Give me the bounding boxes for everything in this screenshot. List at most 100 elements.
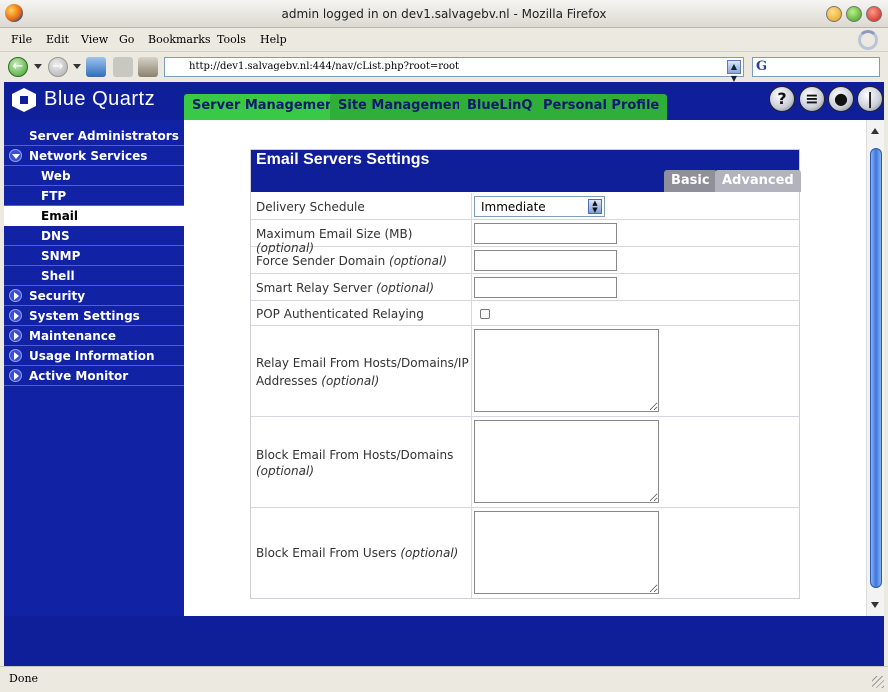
- collapsed-arrow-icon[interactable]: [9, 309, 22, 322]
- block-email-hosts-textarea[interactable]: [474, 420, 659, 503]
- menu-bookmarks[interactable]: Bookmarks: [148, 33, 211, 46]
- minimize-button[interactable]: [826, 6, 842, 22]
- delivery-schedule-select[interactable]: Immediate ▲ ▼: [474, 196, 605, 217]
- sidebar-item-maintenance[interactable]: Maintenance: [4, 326, 184, 346]
- row-block-email-hosts: Block Email From Hosts/Domains (optional…: [251, 417, 799, 508]
- app-footer: [4, 616, 884, 666]
- throbber-icon: [858, 30, 878, 50]
- update-icon[interactable]: ≡: [799, 86, 825, 112]
- sidebar-item-label: Network Services: [29, 149, 148, 163]
- row-relay-email-from: Relay Email From Hosts/Domains/IP Addres…: [251, 326, 799, 417]
- menu-help[interactable]: Help: [260, 33, 287, 46]
- sidebar-item-label: Server Administrators: [29, 129, 179, 143]
- sidebar-item-shell[interactable]: Shell: [4, 266, 184, 286]
- row-pop-auth-relaying: POP Authenticated Relaying: [251, 301, 799, 326]
- sidebar-item-dns[interactable]: DNS: [4, 226, 184, 246]
- force-sender-domain-label: Force Sender Domain: [256, 254, 386, 268]
- sidebar-item-usage-information[interactable]: Usage Information: [4, 346, 184, 366]
- optional-hint: (optional): [256, 464, 314, 478]
- blue-quartz-logo-icon: [12, 88, 36, 112]
- menu-file[interactable]: File: [11, 33, 32, 46]
- back-icon[interactable]: ←: [8, 57, 28, 77]
- sidebar-item-label: Email: [41, 209, 79, 223]
- tab-basic[interactable]: Basic: [664, 170, 717, 192]
- sidebar-item-label: Security: [29, 289, 86, 303]
- menu-tools[interactable]: Tools: [217, 33, 246, 46]
- collapsed-arrow-icon[interactable]: [9, 289, 22, 302]
- home-icon[interactable]: [138, 57, 158, 77]
- sidebar-item-network-services[interactable]: Network Services: [4, 146, 184, 166]
- help-icon[interactable]: ?: [769, 86, 795, 112]
- brand-name: Blue Quartz: [44, 88, 156, 110]
- smart-relay-server-label: Smart Relay Server: [256, 281, 373, 295]
- stop-icon[interactable]: [113, 57, 133, 77]
- back-history-icon[interactable]: [34, 64, 42, 69]
- max-email-size-input[interactable]: [474, 223, 617, 244]
- sidebar-item-server-administrators[interactable]: Server Administrators: [4, 126, 184, 146]
- sidebar-item-security[interactable]: Security: [4, 286, 184, 306]
- row-max-email-size: Maximum Email Size (MB) (optional): [251, 220, 799, 255]
- url-dropdown-icon[interactable]: ▲ ▼: [727, 60, 741, 83]
- menu-go[interactable]: Go: [119, 33, 134, 46]
- maximize-button[interactable]: [846, 6, 862, 22]
- scroll-thumb[interactable]: [870, 148, 882, 588]
- sidebar-item-label: System Settings: [29, 309, 140, 323]
- sidebar-item-ftp[interactable]: FTP: [4, 186, 184, 206]
- delivery-schedule-label: Delivery Schedule: [256, 200, 365, 214]
- optional-hint: (optional): [400, 546, 459, 560]
- sidebar-item-label: FTP: [41, 189, 67, 203]
- tab-personal-profile[interactable]: Personal Profile: [535, 94, 668, 120]
- row-block-email-users: Block Email From Users (optional): [251, 508, 799, 599]
- address-bar[interactable]: http://dev1.salvagebv.nl:444/nav/cList.p…: [164, 57, 744, 83]
- menu-edit[interactable]: Edit: [46, 33, 69, 46]
- sidebar-item-label: DNS: [41, 229, 70, 243]
- window-titlebar: admin logged in on dev1.salvagebv.nl - M…: [0, 0, 888, 28]
- sidebar-item-label: SNMP: [41, 249, 81, 263]
- select-arrows-icon[interactable]: ▲ ▼: [588, 199, 602, 214]
- smart-relay-server-input[interactable]: [474, 277, 617, 298]
- scroll-down-icon[interactable]: [871, 602, 879, 608]
- tab-bluelinq[interactable]: BlueLinQ: [459, 94, 541, 120]
- resize-grip-icon[interactable]: [872, 676, 884, 688]
- reload-icon[interactable]: [86, 57, 106, 77]
- row-force-sender-domain: Force Sender Domain (optional): [251, 247, 799, 274]
- window-title: admin logged in on dev1.salvagebv.nl - M…: [281, 7, 607, 21]
- forward-history-icon[interactable]: [73, 64, 81, 69]
- search-box[interactable]: G: [752, 57, 880, 77]
- vertical-scrollbar[interactable]: [866, 120, 884, 616]
- collapsed-arrow-icon[interactable]: [9, 329, 22, 342]
- menu-view[interactable]: View: [81, 33, 108, 46]
- collapsed-arrow-icon[interactable]: [9, 349, 22, 362]
- close-window-button[interactable]: [866, 6, 882, 22]
- relay-email-from-textarea[interactable]: [474, 329, 659, 412]
- sidebar-item-label: Web: [41, 169, 71, 183]
- sidebar-item-active-monitor[interactable]: Active Monitor: [4, 366, 184, 386]
- pop-auth-relaying-label: POP Authenticated Relaying: [256, 307, 424, 321]
- address-url: http://dev1.salvagebv.nl:444/nav/cList.p…: [189, 61, 460, 72]
- collapsed-arrow-icon[interactable]: [9, 369, 22, 382]
- max-email-size-label: Maximum Email Size (MB): [256, 227, 413, 241]
- expanded-arrow-icon[interactable]: [9, 149, 22, 162]
- force-sender-domain-input[interactable]: [474, 250, 617, 271]
- tab-site-management[interactable]: Site Management: [330, 94, 476, 120]
- sidebar-item-label: Maintenance: [29, 329, 117, 343]
- sidebar-item-system-settings[interactable]: System Settings: [4, 306, 184, 326]
- sidebar-item-email[interactable]: Email: [4, 206, 184, 226]
- google-search-icon[interactable]: G: [756, 59, 767, 74]
- scroll-up-icon[interactable]: [871, 128, 879, 134]
- status-text: Done: [9, 672, 39, 685]
- tab-advanced[interactable]: Advanced: [715, 170, 801, 192]
- block-email-hosts-label: Block Email From Hosts/Domains: [256, 448, 454, 462]
- logout-icon[interactable]: |: [857, 86, 883, 112]
- view-icon[interactable]: ●: [828, 86, 854, 112]
- tab-server-management[interactable]: Server Management: [184, 94, 349, 120]
- block-email-users-textarea[interactable]: [474, 511, 659, 594]
- pop-auth-relaying-checkbox[interactable]: [480, 309, 490, 319]
- forward-icon[interactable]: →: [48, 57, 68, 77]
- block-email-users-label: Block Email From Users: [256, 546, 397, 560]
- sidebar-item-web[interactable]: Web: [4, 166, 184, 186]
- sidebar-item-snmp[interactable]: SNMP: [4, 246, 184, 266]
- sidebar-nav: Server Administrators Network Services W…: [4, 120, 184, 616]
- optional-hint: (optional): [389, 254, 448, 268]
- optional-hint: (optional): [321, 374, 380, 388]
